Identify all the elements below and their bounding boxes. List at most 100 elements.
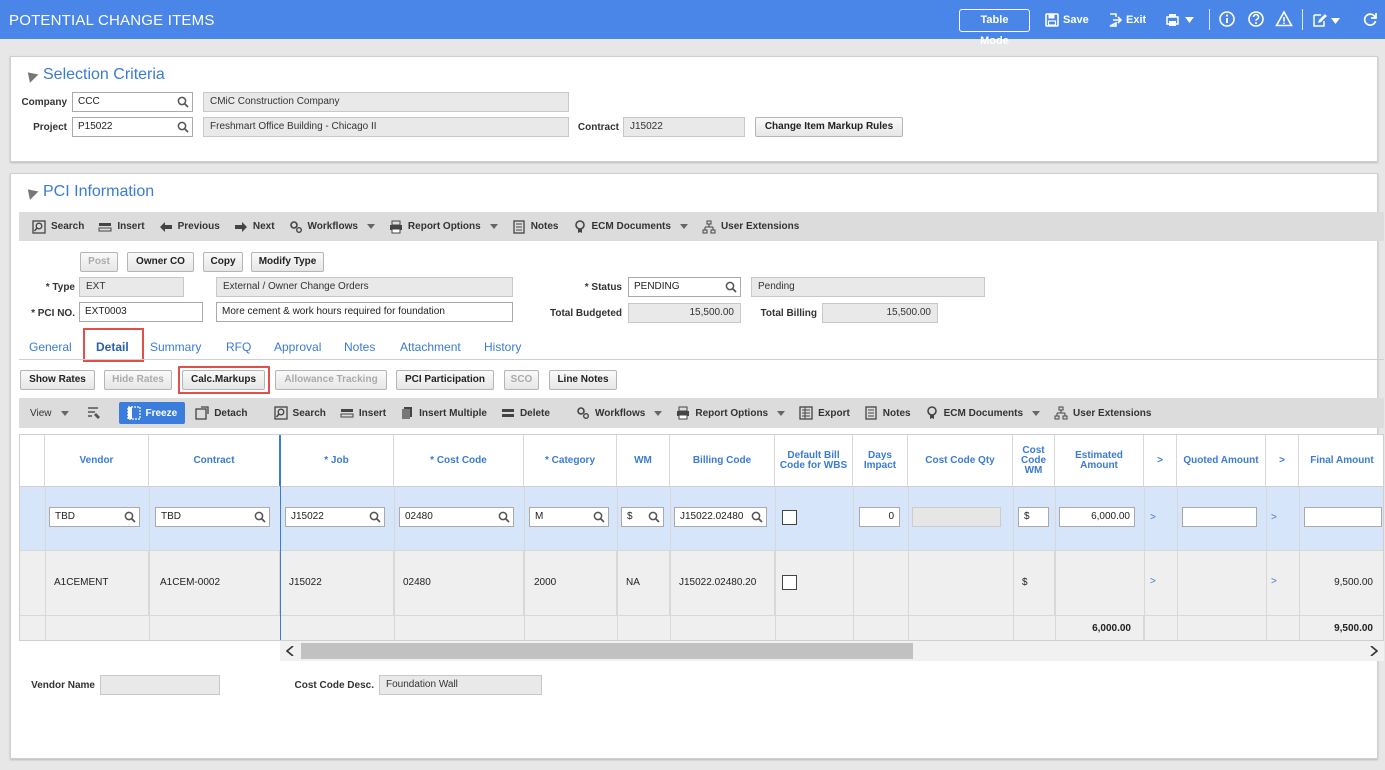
status-input[interactable]: PENDING (628, 277, 741, 297)
delete-button[interactable]: Delete (501, 406, 550, 420)
category-input[interactable]: M (529, 507, 609, 527)
table-mode-button[interactable]: Table Mode (959, 9, 1030, 47)
report-options-menu[interactable]: Report Options (389, 220, 498, 234)
export-button[interactable]: Export (799, 406, 850, 420)
search-icon[interactable] (725, 281, 737, 293)
col-contract[interactable]: Contract (149, 435, 280, 486)
format-button[interactable] (87, 406, 101, 420)
chevron-down-icon[interactable] (60, 410, 69, 416)
next-button[interactable]: Next (234, 220, 275, 234)
tab-rfq[interactable]: RFQ (226, 340, 251, 354)
previous-button[interactable]: Previous (159, 220, 220, 234)
warning-icon[interactable] (1275, 10, 1293, 28)
chevron-down-icon[interactable] (679, 224, 688, 229)
search-icon[interactable] (124, 511, 136, 523)
col-days-impact[interactable]: Days Impact (853, 435, 908, 486)
chevron-left-icon[interactable] (286, 646, 294, 656)
view-menu[interactable]: View (30, 408, 69, 419)
pci-description-input[interactable]: More cement & work hours required for fo… (216, 302, 513, 322)
save-button[interactable]: Save (1045, 13, 1089, 27)
exit-button[interactable]: Exit (1108, 13, 1146, 27)
insert-button[interactable]: Insert (98, 220, 145, 234)
show-rates-button[interactable]: Show Rates (20, 370, 95, 390)
tab-history[interactable]: History (484, 340, 521, 354)
chevron-down-icon[interactable] (366, 224, 375, 229)
default-bill-code-checkbox[interactable] (782, 510, 797, 525)
estimated-amount-input[interactable]: 6,000.00 (1059, 507, 1135, 527)
grid-report-options-menu[interactable]: Report Options (676, 406, 786, 420)
chevron-down-icon[interactable] (654, 410, 663, 416)
print-menu-button[interactable] (1166, 13, 1194, 27)
modify-type-button[interactable]: Modify Type (251, 252, 324, 272)
search-icon[interactable] (751, 511, 763, 523)
edit-menu-button[interactable] (1312, 13, 1340, 28)
company-input[interactable]: CCC (72, 92, 193, 112)
grid-insert-button[interactable]: Insert (340, 406, 386, 420)
line-notes-button[interactable]: Line Notes (549, 370, 617, 390)
collapse-triangle-icon[interactable] (23, 67, 39, 83)
allowance-tracking-button[interactable]: Allowance Tracking (275, 370, 387, 390)
col-expand-estimated[interactable]: > (1144, 435, 1177, 486)
search-icon[interactable] (177, 96, 189, 108)
chevron-down-icon[interactable] (489, 224, 498, 229)
col-wm[interactable]: WM (617, 435, 670, 486)
detach-button[interactable]: Detach (195, 406, 248, 420)
change-item-markup-rules-button[interactable]: Change Item Markup Rules (755, 117, 903, 137)
help-icon[interactable] (1247, 10, 1265, 28)
search-icon[interactable] (369, 511, 381, 523)
tab-summary[interactable]: Summary (150, 340, 201, 354)
job-input[interactable]: J15022 (285, 507, 385, 527)
tab-notes[interactable]: Notes (344, 340, 375, 354)
col-default-bill-code[interactable]: Default Bill Code for WBS (775, 435, 853, 486)
pci-information-header[interactable]: PCI Information (23, 183, 154, 201)
expand-estimated-link[interactable]: > (1150, 576, 1156, 587)
search-icon[interactable] (177, 121, 189, 133)
insert-multiple-button[interactable]: Insert Multiple (400, 406, 487, 420)
col-estimated-amount[interactable]: Estimated Amount (1055, 435, 1144, 486)
tab-approval[interactable]: Approval (274, 340, 321, 354)
col-final-amount[interactable]: Final Amount (1299, 435, 1383, 486)
search-icon[interactable] (254, 511, 266, 523)
search-icon[interactable] (648, 511, 660, 523)
notes-button[interactable]: Notes (512, 219, 559, 234)
col-quoted-amount[interactable]: Quoted Amount (1177, 435, 1266, 486)
refresh-icon[interactable] (1361, 10, 1379, 28)
info-icon[interactable] (1218, 10, 1236, 28)
grid-search-button[interactable]: Search (273, 406, 326, 420)
quoted-amount-input[interactable] (1182, 507, 1257, 527)
expand-quoted-link[interactable]: > (1271, 512, 1277, 523)
col-cost-code[interactable]: * Cost Code (394, 435, 524, 486)
col-vendor[interactable]: Vendor (45, 435, 149, 486)
chevron-down-icon[interactable] (777, 410, 786, 416)
col-cost-code-qty[interactable]: Cost Code Qty (908, 435, 1013, 486)
search-icon[interactable] (593, 511, 605, 523)
col-expand-quoted[interactable]: > (1266, 435, 1299, 486)
col-cost-code-wm[interactable]: Cost Code WM (1013, 435, 1055, 486)
tab-attachment[interactable]: Attachment (400, 340, 461, 354)
final-amount-input[interactable] (1304, 507, 1382, 527)
grid-workflows-menu[interactable]: Workflows (576, 406, 663, 420)
chevron-right-icon[interactable] (1370, 646, 1378, 656)
hide-rates-button[interactable]: Hide Rates (104, 370, 172, 390)
contract-input[interactable]: TBD (155, 507, 270, 527)
expand-quoted-link[interactable]: > (1271, 576, 1277, 587)
tab-general[interactable]: General (29, 340, 72, 354)
billing-code-input[interactable]: J15022.02480 (674, 507, 767, 527)
vendor-input[interactable]: TBD (49, 507, 140, 527)
col-billing-code[interactable]: Billing Code (670, 435, 775, 486)
search-button[interactable]: Search (32, 219, 84, 234)
scrollbar-thumb[interactable] (301, 643, 913, 659)
grid-ecm-documents-menu[interactable]: ECM Documents (925, 406, 1041, 420)
grid-notes-button[interactable]: Notes (864, 406, 911, 420)
selection-criteria-header[interactable]: Selection Criteria (23, 66, 165, 84)
default-bill-code-checkbox[interactable] (782, 575, 797, 590)
cost-code-input[interactable]: 02480 (399, 507, 514, 527)
chevron-down-icon[interactable] (1032, 410, 1041, 416)
pci-no-input[interactable]: EXT0003 (79, 302, 203, 322)
freeze-button[interactable]: Freeze (118, 402, 186, 424)
grid-user-extensions-button[interactable]: User Extensions (1054, 406, 1151, 420)
sco-button[interactable]: SCO (504, 370, 539, 390)
cost-code-wm-input[interactable]: $ (1018, 507, 1049, 527)
post-button[interactable]: Post (80, 252, 118, 272)
workflows-menu[interactable]: Workflows (289, 220, 375, 234)
